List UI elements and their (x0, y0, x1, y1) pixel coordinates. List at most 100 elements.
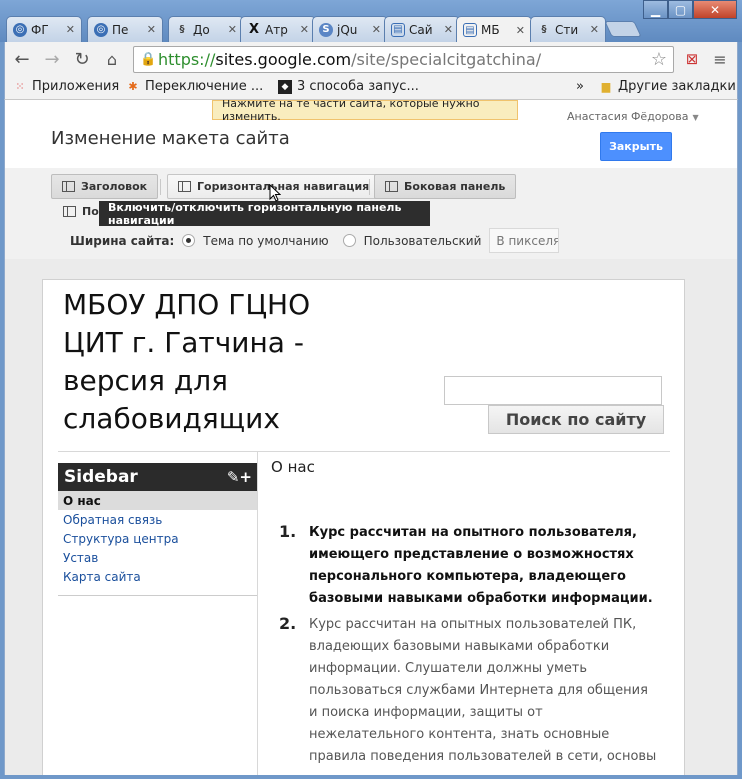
tab-strip: ◎ ФГ ✕ ◎ Пе ✕ § До ✕ X Атр ✕ S jQu ✕ ▤ С… (0, 0, 742, 43)
tab-label: До (193, 22, 210, 37)
button-label: По (82, 205, 99, 218)
extension-icon[interactable]: ⊠ (681, 48, 703, 70)
width-pixels-input[interactable] (489, 228, 560, 253)
swirl-icon: § (541, 24, 547, 35)
page-heading: О нас (271, 458, 315, 476)
ordered-list: 1. Курс рассчитан на опытного пользовате… (279, 522, 659, 772)
browser-toolbar: ← → ↻ ⌂ 🔒 https:// sites.google.com /sit… (4, 42, 738, 76)
header-divider (58, 451, 670, 452)
tab-1[interactable]: ◎ ФГ ✕ (6, 16, 82, 42)
button-label: Заголовок (81, 180, 148, 193)
close-icon[interactable]: ✕ (66, 23, 75, 36)
sidebar-toggle-button[interactable]: Боковая панель (374, 174, 517, 199)
tab-label: jQu (337, 22, 358, 37)
button-label: Боковая панель (404, 180, 506, 193)
bookmark-star-icon[interactable]: ☆ (651, 49, 667, 70)
sidebar-item-about[interactable]: О нас (58, 491, 258, 510)
sidebar-item-feedback[interactable]: Обратная связь (58, 510, 258, 529)
forward-icon[interactable]: → (41, 48, 63, 70)
layout-icon (178, 181, 191, 192)
layout-toolbar: Заголовок Горизонтальная навигация Боков… (5, 168, 737, 259)
site-search-input[interactable] (444, 376, 662, 405)
other-bookmarks-folder[interactable]: ▆ Другие закладки (599, 79, 736, 94)
tab-3[interactable]: § До ✕ (168, 16, 244, 42)
diamond-icon: ◆ (278, 79, 292, 94)
list-number: 1. (279, 522, 297, 541)
joomla-icon: ✱ (128, 80, 138, 93)
bookmark-label: Приложения (32, 79, 120, 94)
tab-7-active[interactable]: ▤ МБ ✕ (456, 16, 532, 43)
lock-icon: 🔒 (140, 52, 157, 67)
swirl-icon: § (179, 24, 185, 35)
user-name: Анастасия Фёдорова (567, 110, 689, 123)
custom-width-radio[interactable] (342, 234, 356, 247)
header-toggle-button[interactable]: Заголовок (51, 174, 159, 199)
tab-label: Сай (409, 22, 433, 37)
close-icon[interactable]: ✕ (300, 23, 309, 36)
menu-icon[interactable]: ≡ (709, 48, 731, 70)
tab-label: МБ (481, 23, 500, 37)
tab-label: ФГ (31, 22, 49, 37)
close-icon[interactable]: ✕ (147, 23, 156, 36)
tab-8[interactable]: § Сти ✕ (530, 16, 606, 42)
close-icon[interactable]: ✕ (590, 23, 599, 36)
divider (160, 179, 161, 195)
button-label: Горизонтальная навигация (197, 180, 370, 193)
close-icon[interactable]: ✕ (372, 23, 381, 36)
folder-icon: ▆ (601, 80, 611, 93)
bookmarks-bar: ⁙ Приложения ✱ Переключение ... ◆ 3 спос… (4, 76, 738, 100)
url-path: /site/specialcitgatchina/ (351, 50, 542, 69)
close-icon[interactable]: ✕ (444, 23, 453, 36)
list-text: Курс рассчитан на опытных пользователей … (309, 617, 657, 764)
caret-down-icon: ▼ (692, 113, 699, 122)
close-icon[interactable]: ✕ (516, 24, 525, 37)
sidebar-item-sitemap[interactable]: Карта сайта (58, 567, 258, 586)
window-close-icon[interactable]: ✕ (693, 0, 737, 19)
edit-add-icon[interactable]: ✎+ (227, 468, 252, 486)
list-item: 2. Курс рассчитан на опытных пользовател… (279, 614, 659, 768)
list-text: Курс рассчитан на опытного пользователя,… (309, 525, 653, 606)
reload-icon[interactable]: ↻ (71, 48, 93, 70)
sidebar[interactable]: Sidebar ✎+ О нас Обратная связь Структур… (58, 463, 258, 596)
tooltip: Включить/отключить горизонтальную панель… (99, 201, 430, 227)
sidebar-item-charter[interactable]: Устав (58, 548, 258, 567)
site-title[interactable]: МБОУ ДПО ГЦНО ЦИТ г. Гатчина - версия дл… (63, 286, 363, 438)
tab-6[interactable]: ▤ Сай ✕ (384, 16, 460, 42)
tab-4[interactable]: X Атр ✕ (240, 16, 316, 42)
more-bookmarks-chevron[interactable]: » (576, 79, 584, 94)
site-search-button[interactable]: Поиск по сайту (488, 405, 664, 434)
bookmark-label: Переключение ... (145, 79, 264, 94)
browser-window: ◎ ФГ ✕ ◎ Пе ✕ § До ✕ X Атр ✕ S jQu ✕ ▤ С… (0, 0, 742, 779)
bookmark-apps[interactable]: ⁙ Приложения (13, 79, 119, 94)
back-icon[interactable]: ← (11, 48, 33, 70)
tab-label: Пе (112, 22, 129, 37)
tab-5[interactable]: S jQu ✕ (312, 16, 388, 42)
url-scheme: https:// (158, 50, 216, 69)
list-number: 2. (279, 614, 297, 633)
close-icon[interactable]: ✕ (228, 23, 237, 36)
user-menu[interactable]: Анастасия Фёдорова ▼ (567, 110, 699, 123)
site-preview: МБОУ ДПО ГЦНО ЦИТ г. Гатчина - версия дл… (42, 279, 685, 775)
new-tab-button[interactable] (604, 21, 642, 37)
address-bar[interactable]: 🔒 https:// sites.google.com /site/specia… (133, 46, 674, 73)
maximize-icon[interactable]: ▢ (668, 0, 693, 19)
home-icon[interactable]: ⌂ (101, 48, 123, 70)
tab-2[interactable]: ◎ Пе ✕ (87, 16, 163, 42)
custom-width-label: Пользовательский (363, 233, 482, 248)
s-icon: S (319, 22, 333, 37)
minimize-icon[interactable]: ▁ (643, 0, 668, 19)
sidebar-item-structure[interactable]: Структура центра (58, 529, 258, 548)
sidebar-heading: Sidebar ✎+ (58, 463, 258, 491)
default-width-radio[interactable] (182, 234, 196, 247)
footer-toggle-button[interactable]: По (63, 205, 99, 218)
bookmark-joomla[interactable]: ✱ Переключение ... (126, 79, 263, 94)
close-button[interactable]: Закрыть (600, 132, 672, 161)
sidebar-heading-text: Sidebar (64, 467, 138, 487)
column-divider (257, 451, 258, 775)
bookmark-launch[interactable]: ◆ 3 способа запус... (278, 79, 419, 94)
tab-label: Сти (555, 22, 579, 37)
sites-icon: ▤ (463, 23, 477, 37)
chevron-icon: » (576, 79, 584, 94)
window-controls: ▁ ▢ ✕ (643, 0, 737, 19)
page-title: Изменение макета сайта (51, 128, 290, 149)
